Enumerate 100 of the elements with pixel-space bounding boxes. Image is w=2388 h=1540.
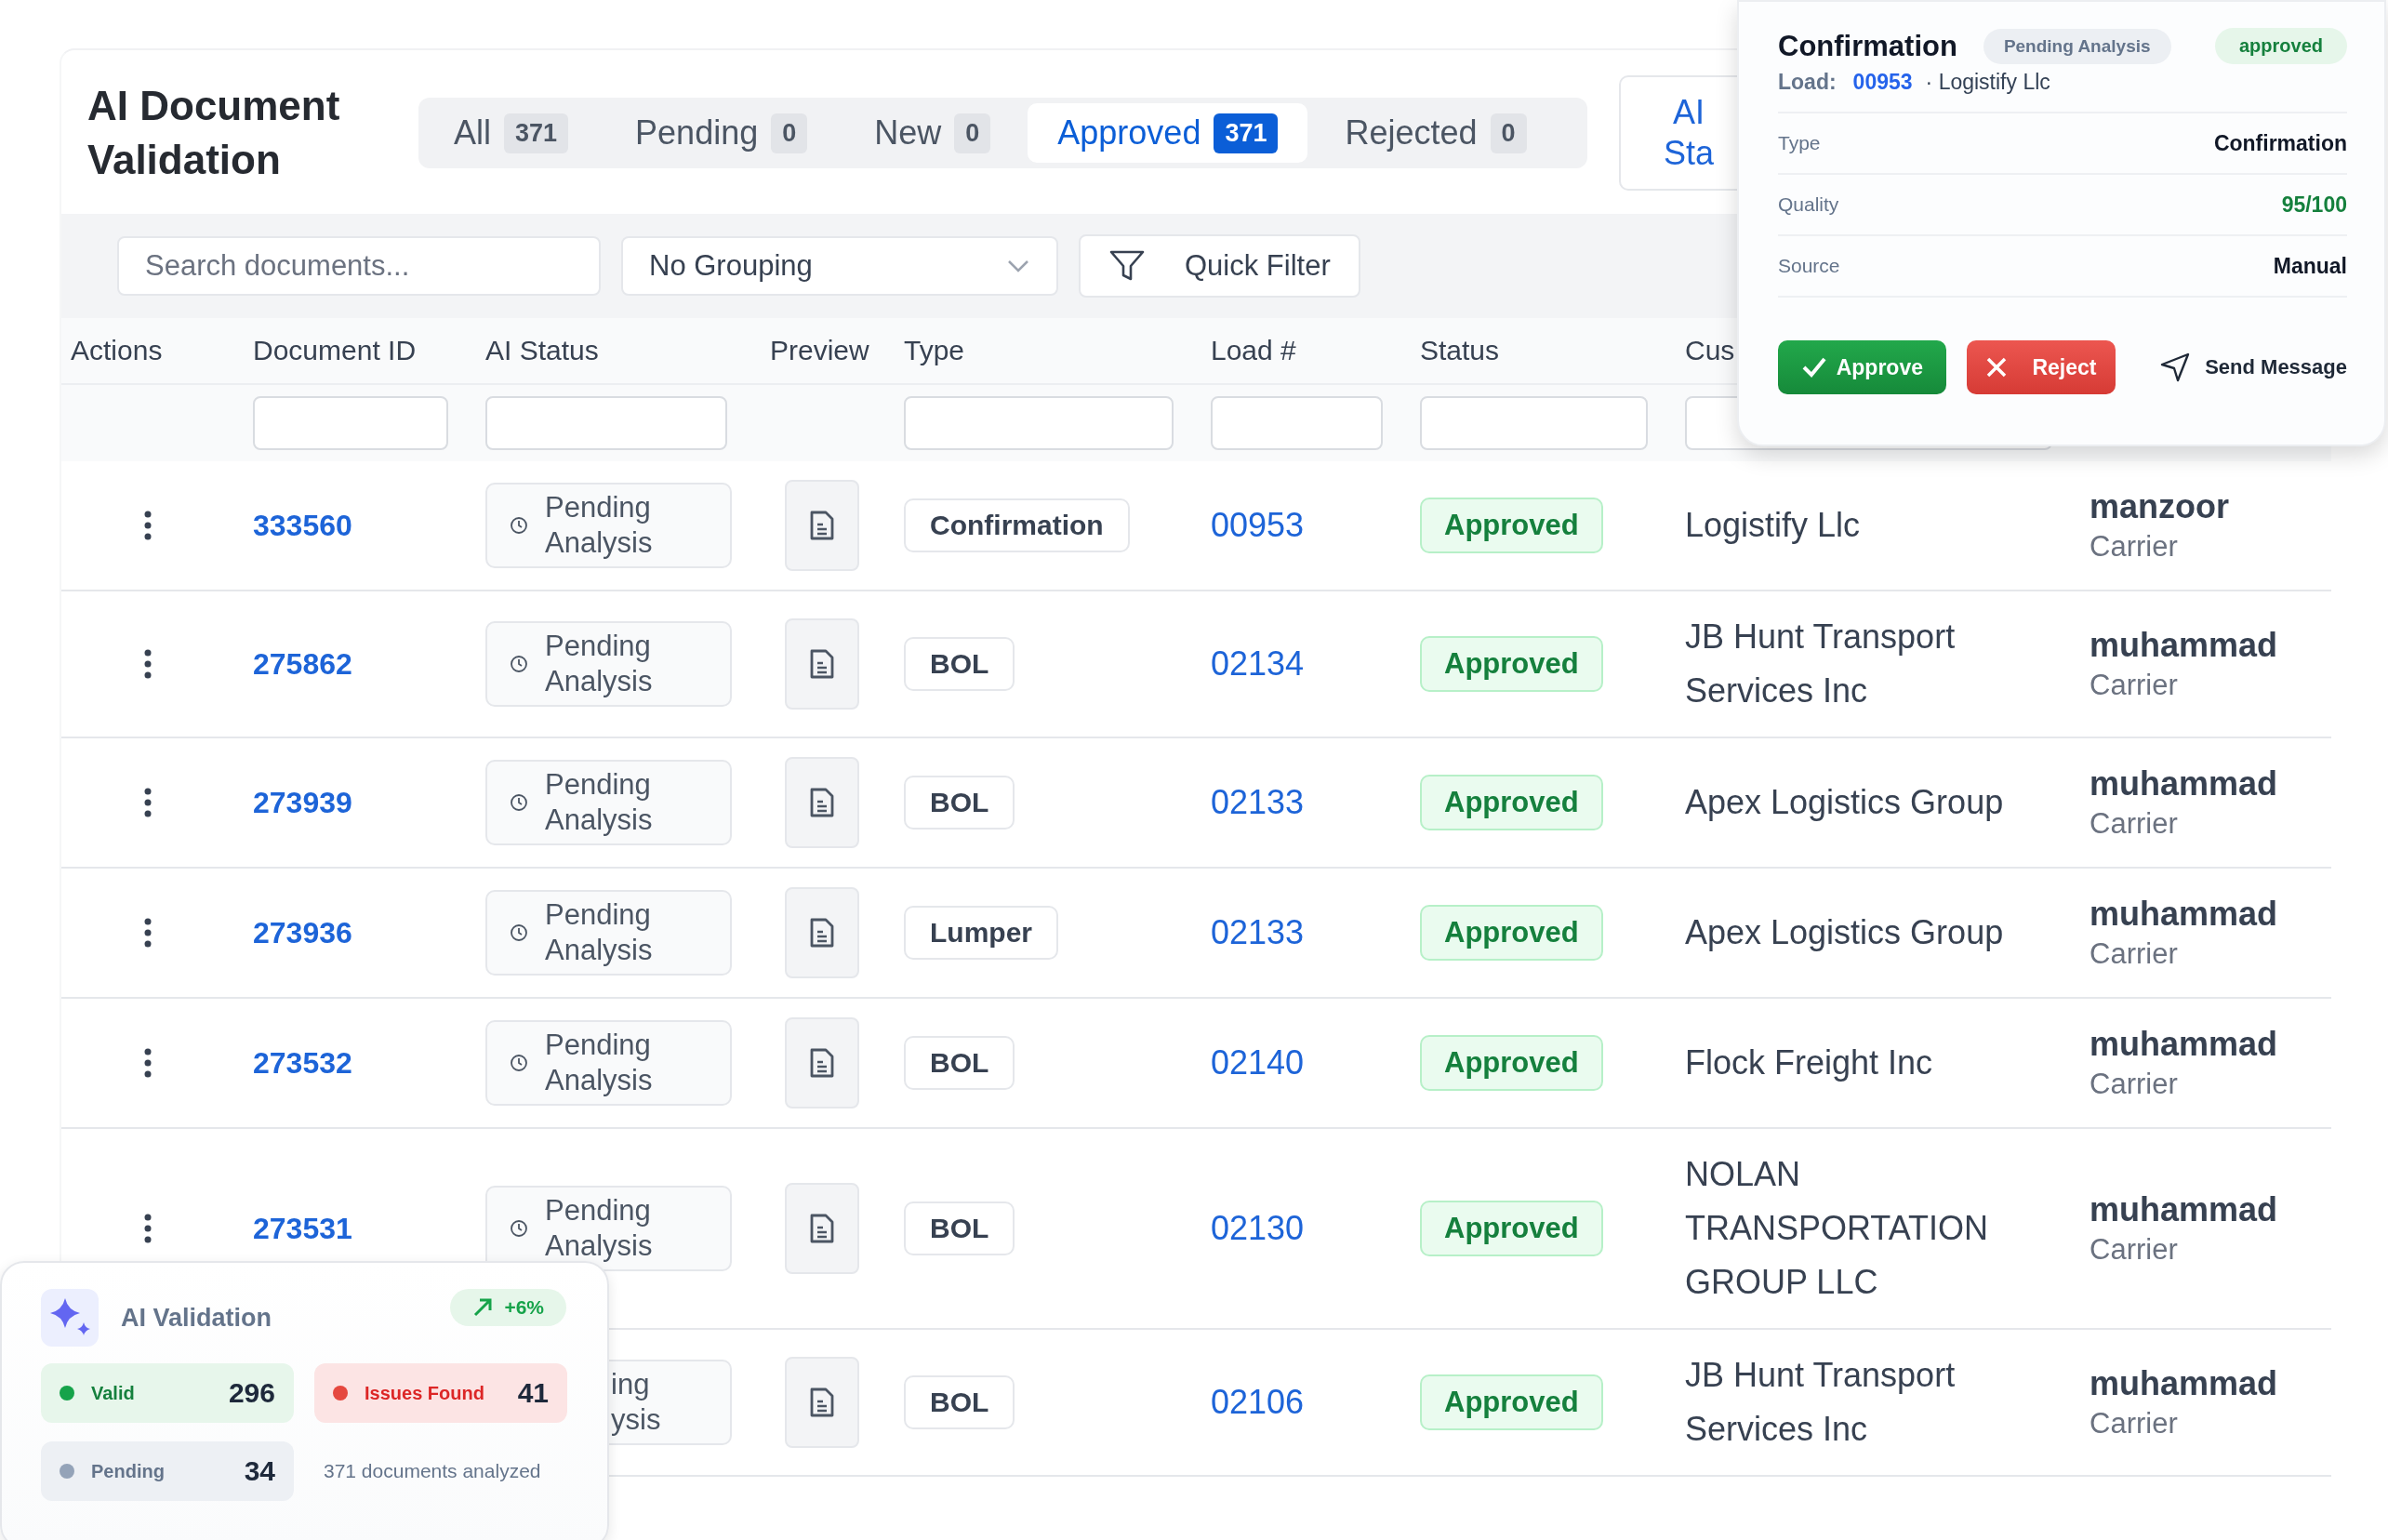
- load-number-link[interactable]: 02140: [1211, 1043, 1305, 1082]
- load-number-link[interactable]: 02134: [1211, 644, 1305, 684]
- stat-label: Valid: [91, 1382, 135, 1404]
- column-header: Load #: [1210, 335, 1297, 366]
- trend-badge: +6%: [450, 1289, 566, 1326]
- document-icon: [808, 509, 836, 542]
- filter-input[interactable]: [253, 396, 448, 450]
- document-id-link[interactable]: 273936: [253, 915, 352, 950]
- status-badge: Approved: [1420, 1035, 1603, 1091]
- stat-value: 34: [244, 1455, 275, 1487]
- filter-input[interactable]: [1420, 396, 1648, 450]
- ai-status-text: Pending Analysis: [545, 1028, 654, 1098]
- stat-label: Issues Found: [365, 1382, 484, 1404]
- user-name: muhammad: [2090, 764, 2278, 803]
- filter-input[interactable]: [1211, 396, 1383, 450]
- status-badge: Approved: [1420, 905, 1603, 961]
- type-tag: BOL: [904, 1036, 1015, 1090]
- filter-input[interactable]: [904, 396, 1174, 450]
- load-number-link[interactable]: 02106: [1211, 1383, 1305, 1422]
- ai-status-badge: Pending Analysis: [1983, 28, 2171, 64]
- user-role: Carrier: [2090, 807, 2178, 841]
- preview-button[interactable]: [785, 480, 859, 571]
- user-name: muhammad: [2090, 626, 2278, 665]
- user-role: Carrier: [2090, 1068, 2178, 1101]
- customer-name: · Logistify Llc: [1925, 70, 2050, 95]
- load-number-link[interactable]: 02133: [1211, 783, 1305, 822]
- more-options-icon[interactable]: [143, 649, 153, 679]
- filter-tab[interactable]: New 0: [844, 103, 1021, 163]
- document-id-link[interactable]: 333560: [253, 508, 352, 543]
- preview-button[interactable]: [785, 757, 859, 848]
- filter-input[interactable]: [485, 396, 727, 450]
- clock-icon: [510, 516, 528, 535]
- filter-tab[interactable]: Rejected 0: [1315, 103, 1557, 163]
- approve-button[interactable]: Approve: [1778, 340, 1946, 394]
- status-badge: Approved: [1420, 775, 1603, 830]
- filter-tab[interactable]: All 371: [424, 103, 599, 163]
- user-role: Carrier: [2090, 669, 2178, 702]
- column-header: Document ID: [252, 335, 418, 366]
- page-title: AI Document Validation: [87, 82, 341, 184]
- more-options-icon[interactable]: [143, 918, 153, 948]
- user-role: Carrier: [2090, 530, 2178, 564]
- count-badge: 371: [1214, 113, 1279, 153]
- user-role: Carrier: [2090, 937, 2178, 971]
- load-number-link[interactable]: 00953: [1211, 506, 1305, 545]
- load-number-link[interactable]: 00953: [1852, 70, 1913, 95]
- popup-title: Confirmation: [1778, 29, 1957, 63]
- check-icon: [1800, 356, 1827, 378]
- arrow-up-right-icon: [472, 1297, 494, 1318]
- send-message-button[interactable]: Send Message: [2136, 340, 2347, 394]
- filter-tab[interactable]: Approved 371: [1028, 103, 1308, 163]
- quick-filter-button[interactable]: Quick Filter: [1079, 234, 1360, 298]
- filter-tab[interactable]: Pending 0: [605, 103, 838, 163]
- column-header: Preview: [769, 335, 870, 366]
- ai-status-text: Pending Analysis: [545, 1193, 654, 1264]
- chevron-down-icon: [1006, 259, 1030, 273]
- document-icon: [808, 1386, 836, 1419]
- stat-value: 41: [517, 1377, 549, 1409]
- more-options-icon[interactable]: [143, 788, 153, 817]
- document-id-link[interactable]: 275862: [253, 646, 352, 682]
- column-header: Status: [1419, 335, 1501, 366]
- preview-button[interactable]: [785, 1017, 859, 1109]
- load-number-link[interactable]: 02130: [1211, 1209, 1305, 1248]
- document-id-link[interactable]: 273532: [253, 1045, 352, 1081]
- status-badge: Approved: [1420, 498, 1603, 553]
- more-options-icon[interactable]: [143, 511, 153, 540]
- user-name: manzoor: [2090, 487, 2229, 526]
- status-badge: Approved: [1420, 1201, 1603, 1256]
- more-options-icon[interactable]: [143, 1048, 153, 1078]
- preview-button[interactable]: [785, 1357, 859, 1448]
- grouping-dropdown[interactable]: No Grouping: [621, 236, 1058, 296]
- detail-value: 95/100: [2281, 192, 2347, 218]
- preview-button[interactable]: [785, 618, 859, 710]
- detail-value: Confirmation: [2213, 130, 2347, 156]
- document-icon: [808, 1212, 836, 1245]
- close-icon: [1985, 356, 2009, 378]
- search-field[interactable]: Search documents...: [117, 236, 601, 296]
- detail-label: Source: [1778, 255, 1840, 277]
- document-id-link[interactable]: 273531: [253, 1211, 352, 1246]
- detail-value: Manual: [2273, 253, 2347, 279]
- sparkle-icon: [41, 1289, 99, 1347]
- customer-name: Apex Logistics Group: [1685, 782, 2005, 823]
- more-options-icon[interactable]: [143, 1214, 153, 1243]
- ai-status-text: Pending Analysis: [545, 767, 654, 838]
- status-badge: Approved: [1420, 1374, 1603, 1430]
- card-title: AI Validation: [121, 1303, 272, 1333]
- preview-button[interactable]: [785, 887, 859, 978]
- count-badge: 0: [771, 113, 808, 153]
- reject-button[interactable]: Reject: [1966, 340, 2116, 394]
- user-role: Carrier: [2090, 1407, 2178, 1440]
- document-id-link[interactable]: 273939: [253, 785, 352, 820]
- user-name: muhammad: [2090, 895, 2278, 934]
- document-icon: [808, 786, 836, 819]
- user-name: muhammad: [2090, 1025, 2278, 1064]
- load-label: Load:: [1778, 70, 1837, 95]
- ai-status-text: Pending Analysis: [545, 629, 654, 699]
- type-tag: BOL: [904, 637, 1015, 691]
- load-number-link[interactable]: 02133: [1211, 913, 1305, 952]
- clock-icon: [510, 655, 528, 673]
- send-icon: [2160, 352, 2191, 382]
- preview-button[interactable]: [785, 1183, 859, 1274]
